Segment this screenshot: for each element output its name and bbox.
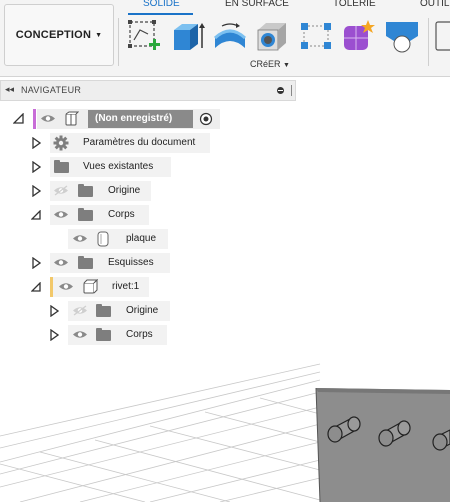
- minimize-icon[interactable]: [277, 87, 284, 94]
- partial-tool-button[interactable]: [432, 18, 450, 54]
- root-component-label: (Non enregistré): [95, 113, 173, 124]
- extrude-icon: [174, 23, 205, 50]
- 3d-viewport[interactable]: [0, 352, 450, 502]
- tab-tolerie[interactable]: TOLERIE: [333, 0, 376, 9]
- workspace-dropdown[interactable]: CONCEPTION ▼: [4, 4, 114, 66]
- eye-icon[interactable]: [53, 209, 69, 220]
- toolbar-divider: [428, 18, 429, 66]
- tree-item-label: plaque: [126, 233, 157, 244]
- root-color-bar: [33, 109, 36, 129]
- folder-icon: [54, 160, 69, 173]
- create-group-dropdown[interactable]: CRéER ▼: [250, 59, 290, 69]
- folder-icon: [78, 256, 93, 269]
- tab-solide[interactable]: SOLIDE: [143, 0, 180, 9]
- toolbar-divider: [118, 18, 119, 66]
- tree-collapsed-icon[interactable]: [50, 329, 59, 341]
- folder-icon: [96, 304, 111, 317]
- eye-icon[interactable]: [53, 257, 69, 268]
- revolve-button[interactable]: [212, 18, 248, 54]
- tree-expanded-icon[interactable]: [31, 282, 41, 292]
- tree-item-label: Origine: [108, 185, 141, 196]
- navigator-title: NAVIGATEUR: [21, 85, 82, 95]
- tree-item-label: Paramètres du document: [83, 137, 196, 148]
- folder-icon: [78, 208, 93, 221]
- hole-icon: [257, 23, 286, 51]
- tab-outil[interactable]: OUTIL: [420, 0, 449, 9]
- rectangular-pattern-button[interactable]: [298, 18, 334, 54]
- partial-tool-icon: [435, 21, 450, 51]
- revolve-icon: [213, 23, 247, 48]
- sketch-icon: [128, 20, 160, 50]
- body-icon: [97, 231, 109, 247]
- shell-button[interactable]: [384, 18, 420, 54]
- eye-icon[interactable]: [72, 233, 88, 244]
- activate-radio-icon[interactable]: [199, 112, 213, 126]
- tree-item-label: Corps: [126, 329, 153, 340]
- tree-item-label: Vues existantes: [83, 161, 154, 172]
- folder-icon: [78, 184, 93, 197]
- tree-collapsed-icon[interactable]: [50, 305, 59, 317]
- active-tab-indicator: [128, 13, 193, 15]
- tab-en-surface[interactable]: EN SURFACE: [225, 0, 289, 9]
- create-form-button[interactable]: [340, 18, 376, 54]
- eye-icon[interactable]: [40, 113, 56, 124]
- eye-icon[interactable]: [72, 329, 88, 340]
- tree-collapsed-icon[interactable]: [32, 161, 41, 173]
- tree-expanded-icon[interactable]: [31, 210, 41, 220]
- create-sketch-button[interactable]: [126, 18, 162, 54]
- tree-item-label: Esquisses: [108, 257, 154, 268]
- component-icon: [83, 279, 98, 294]
- chevron-down-icon: ▼: [95, 31, 103, 39]
- tree-expanded-icon[interactable]: [13, 113, 24, 124]
- tree-item-label: Corps: [108, 209, 135, 220]
- toolbar: CONCEPTION ▼ SOLIDE EN SURFACE TOLERIE O…: [0, 0, 450, 77]
- rectangular-pattern-icon: [301, 23, 331, 49]
- folder-icon: [96, 328, 111, 341]
- gear-icon: [53, 135, 69, 151]
- eye-hidden-icon[interactable]: [53, 185, 69, 196]
- eye-icon[interactable]: [58, 281, 74, 292]
- tree-collapsed-icon[interactable]: [32, 185, 41, 197]
- hole-button[interactable]: [254, 18, 290, 54]
- component-icon: [65, 111, 79, 126]
- create-group-label: CRéER: [250, 59, 281, 69]
- panel-grip[interactable]: [291, 85, 292, 96]
- eye-hidden-icon[interactable]: [72, 305, 88, 316]
- workspace-label: CONCEPTION: [15, 29, 92, 41]
- tree-collapsed-icon[interactable]: [32, 257, 41, 269]
- tree-item-label: Origine: [126, 305, 159, 316]
- shell-icon: [386, 22, 418, 53]
- chevron-down-icon: ▼: [283, 62, 290, 69]
- ground-grid: [0, 363, 321, 502]
- create-form-icon: [344, 20, 375, 50]
- tree-item-label: rivet:1: [112, 281, 140, 292]
- extrude-button[interactable]: [170, 18, 206, 54]
- collapse-panel-icon[interactable]: ◂◂: [5, 84, 14, 95]
- navigator-header: ◂◂ NAVIGATEUR: [0, 80, 296, 101]
- tree-collapsed-icon[interactable]: [32, 137, 41, 149]
